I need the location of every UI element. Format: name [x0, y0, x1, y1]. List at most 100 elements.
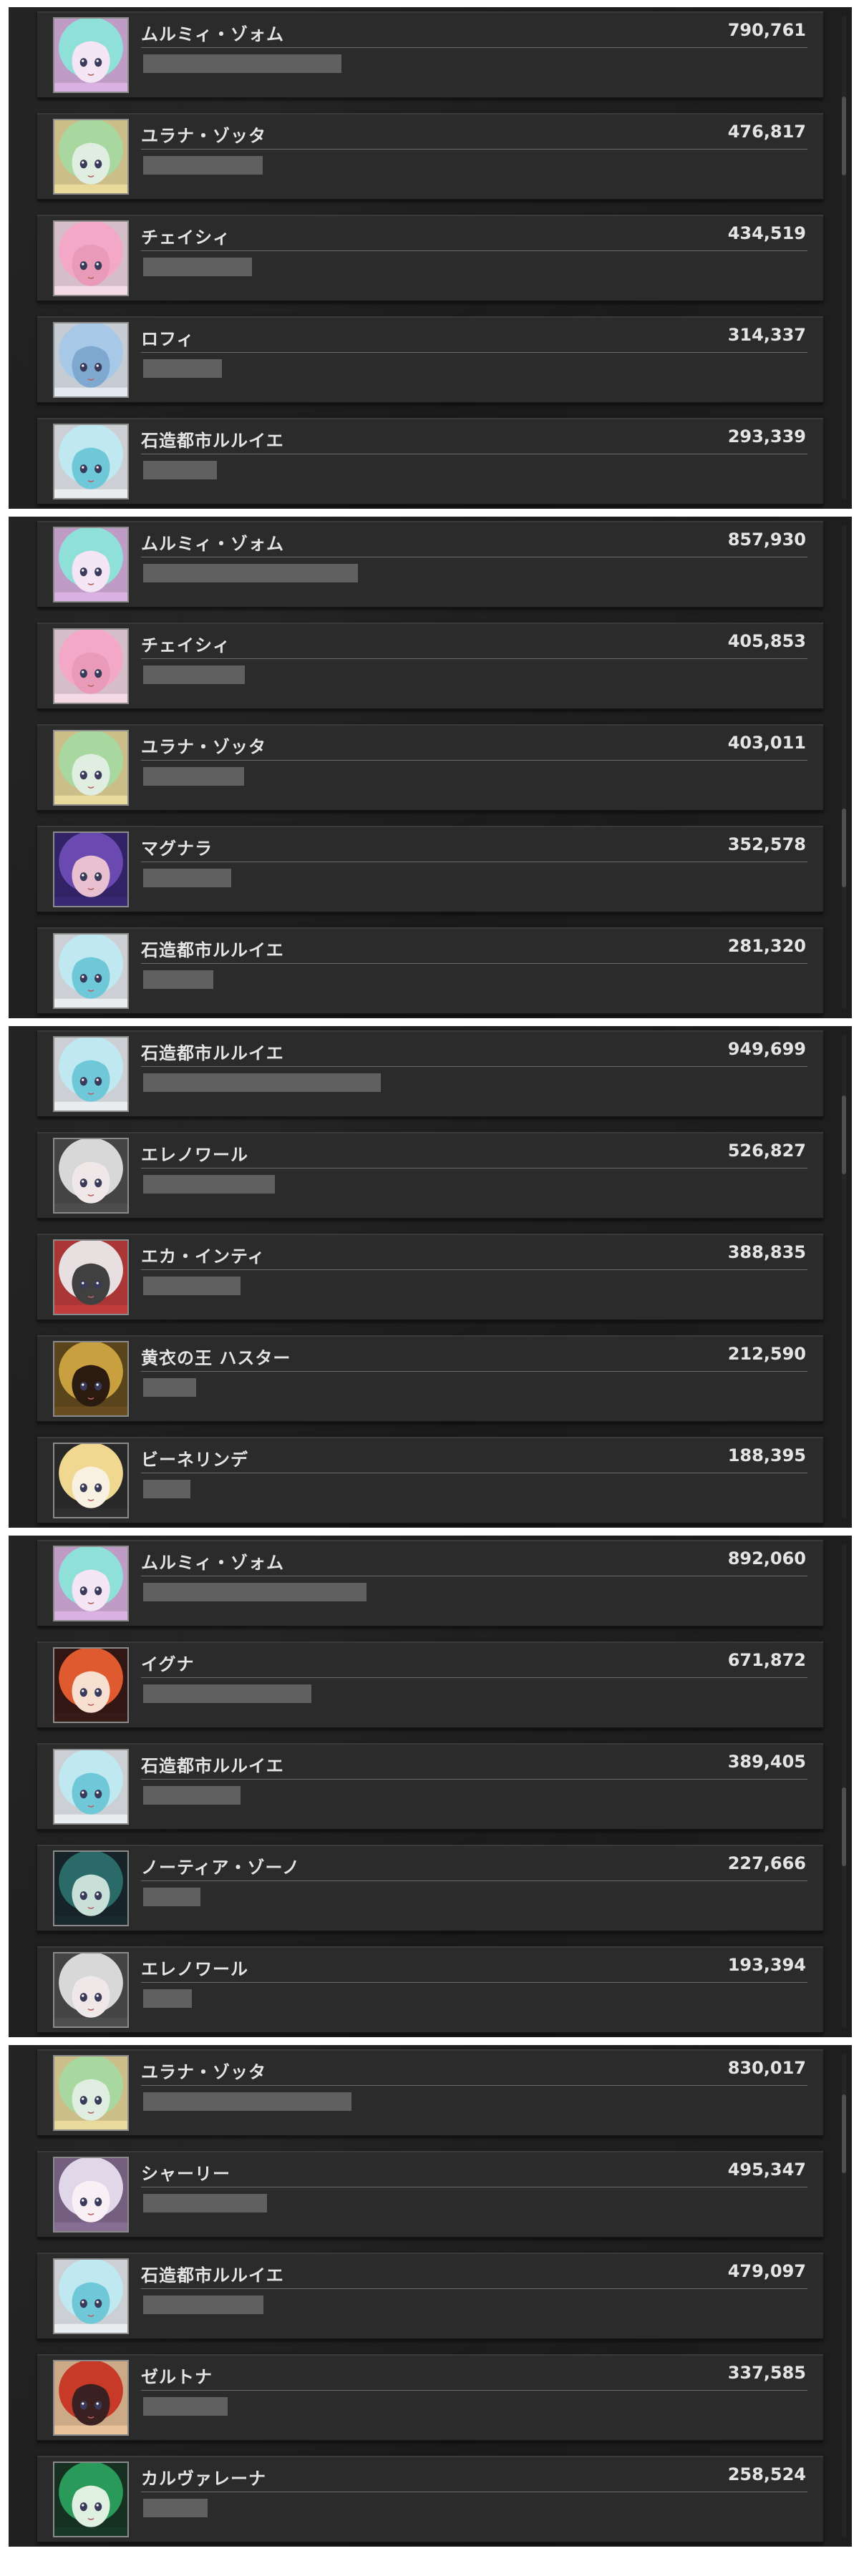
portrait-cyan-white-hair-icon — [53, 1036, 129, 1112]
ranking-row[interactable]: ロフィ 314,337 — [37, 316, 823, 404]
score-value: 188,395 — [727, 1445, 806, 1465]
scrollbar[interactable] — [842, 16, 846, 499]
portrait-white-hair-dark-icon — [53, 1138, 129, 1214]
ranking-row[interactable]: チェイシィ 434,519 — [37, 215, 823, 302]
score-bar — [143, 869, 232, 887]
score-bar — [143, 2194, 268, 2212]
character-name: ユラナ・ゾッタ — [141, 736, 266, 757]
score-value: 857,930 — [727, 530, 806, 550]
character-name: ユラナ・ゾッタ — [141, 125, 266, 146]
ranking-row[interactable]: イグナ 671,872 — [37, 1641, 823, 1729]
scrollbar[interactable] — [842, 1544, 846, 2028]
score-bar-track — [143, 359, 787, 378]
ranking-row[interactable]: マグナラ 352,578 — [37, 826, 823, 913]
score-bar — [143, 1480, 190, 1498]
score-bar — [143, 258, 253, 276]
ranking-row[interactable]: エレノワール 193,394 — [37, 1946, 823, 2034]
scrollbar-thumb[interactable] — [842, 2094, 846, 2173]
portrait-green-hair-icon — [53, 119, 129, 195]
score-bar — [143, 1175, 276, 1194]
score-bar — [143, 970, 214, 989]
portrait-pink-hair-icon — [53, 220, 129, 296]
score-bar — [143, 156, 263, 175]
score-value: 352,578 — [727, 834, 806, 854]
character-name: エカ・インティ — [141, 1246, 266, 1267]
scrollbar-thumb[interactable] — [842, 1095, 846, 1174]
portrait-green-hair-icon — [53, 2055, 129, 2131]
score-bar-track — [143, 665, 787, 684]
character-name: 石造都市ルルイエ — [141, 1043, 284, 1063]
score-bar — [143, 1277, 241, 1295]
score-value: 227,666 — [727, 1853, 806, 1873]
portrait-golden-creature-icon — [53, 1341, 129, 1417]
ranking-row[interactable]: ノーティア・ゾーノ 227,666 — [37, 1845, 823, 1932]
ranking-row[interactable]: ムルミィ・ゾォム 790,761 — [37, 11, 823, 99]
portrait-pink-hair-icon — [53, 628, 129, 704]
portrait-white-hair-red-icon — [53, 1239, 129, 1315]
ranking-row[interactable]: チェイシィ 405,853 — [37, 623, 823, 710]
divider — [141, 352, 807, 353]
scrollbar[interactable] — [842, 2054, 846, 2537]
character-name: シャーリー — [141, 2163, 230, 2184]
ranking-row[interactable]: シャーリー 495,347 — [37, 2151, 823, 2238]
ranking-row[interactable]: 石造都市ルルイエ 293,339 — [37, 418, 823, 505]
divider — [141, 963, 807, 964]
ranking-row[interactable]: ユラナ・ゾッタ 476,817 — [37, 113, 823, 200]
scrollbar[interactable] — [842, 525, 846, 1009]
divider — [141, 2085, 807, 2086]
scrollbar-thumb[interactable] — [842, 97, 846, 176]
score-bar — [143, 1073, 382, 1092]
portrait-teal-hair-icon — [53, 527, 129, 602]
ranking-row[interactable]: ムルミィ・ゾォム 857,930 — [37, 521, 823, 608]
ranking-row[interactable]: 石造都市ルルイエ 479,097 — [37, 2253, 823, 2340]
ranking-row[interactable]: 石造都市ルルイエ 949,699 — [37, 1030, 823, 1118]
portrait-silver-lilac-hair-icon — [53, 2157, 129, 2233]
score-bar — [143, 359, 223, 378]
divider — [141, 658, 807, 659]
score-bar-track — [143, 1277, 787, 1295]
ranking-row[interactable]: ムルミィ・ゾォム 892,060 — [37, 1540, 823, 1627]
ranking-row[interactable]: ユラナ・ゾッタ 830,017 — [37, 2049, 823, 2137]
ranking-row[interactable]: ビーネリンデ 188,395 — [37, 1437, 823, 1524]
ranking-row[interactable]: カルヴァレーナ 258,524 — [37, 2456, 823, 2543]
character-name: ムルミィ・ゾォム — [141, 1552, 284, 1573]
portrait-green-hair-icon — [53, 730, 129, 806]
ranking-row[interactable]: 石造都市ルルイエ 389,405 — [37, 1743, 823, 1830]
score-value: 293,339 — [727, 426, 806, 447]
character-name: マグナラ — [141, 838, 213, 859]
scrollbar-thumb[interactable] — [842, 1787, 846, 1866]
portrait-red-hair-icon — [53, 1647, 129, 1723]
character-name: ムルミィ・ゾォム — [141, 533, 284, 554]
divider — [141, 1779, 807, 1780]
portrait-purple-hair-icon — [53, 831, 129, 907]
score-bar-track — [143, 1786, 787, 1805]
scrollbar-thumb[interactable] — [842, 809, 846, 888]
ranking-row[interactable]: 黄衣の王 ハスター 212,590 — [37, 1335, 823, 1423]
ranking-panel: ムルミィ・ゾォム 857,930 チェイシィ 405,853 ユラナ・ゾッタ 403,01… — [9, 517, 852, 1018]
character-name: 石造都市ルルイエ — [141, 940, 284, 960]
score-bar — [143, 665, 246, 684]
score-bar — [143, 2092, 351, 2111]
ranking-row[interactable]: ユラナ・ゾッタ 403,011 — [37, 724, 823, 811]
score-bar-track — [143, 2499, 787, 2517]
score-bar-track — [143, 970, 787, 989]
score-value: 790,761 — [727, 20, 806, 40]
score-value: 405,853 — [727, 631, 806, 651]
score-value: 671,872 — [727, 1650, 806, 1670]
score-value: 949,699 — [727, 1039, 806, 1059]
score-value: 281,320 — [727, 936, 806, 956]
score-bar-track — [143, 461, 787, 479]
score-bar — [143, 54, 341, 73]
score-value: 389,405 — [727, 1752, 806, 1772]
divider — [141, 1982, 807, 1983]
ranking-row[interactable]: ゼルトナ 337,585 — [37, 2354, 823, 2441]
character-name: ロフィ — [141, 328, 195, 349]
ranking-row[interactable]: 石造都市ルルイエ 281,320 — [37, 927, 823, 1015]
character-name: 石造都市ルルイエ — [141, 430, 284, 451]
scrollbar[interactable] — [842, 1035, 846, 1518]
ranking-panel: 石造都市ルルイエ 949,699 エレノワール 526,827 エカ・インティ 388,8… — [9, 1026, 852, 1528]
ranking-row[interactable]: エカ・インティ 388,835 — [37, 1234, 823, 1321]
ranking-row[interactable]: エレノワール 526,827 — [37, 1132, 823, 1219]
character-name: ビーネリンデ — [141, 1449, 248, 1470]
portrait-cyan-white-hair-icon — [53, 1749, 129, 1825]
